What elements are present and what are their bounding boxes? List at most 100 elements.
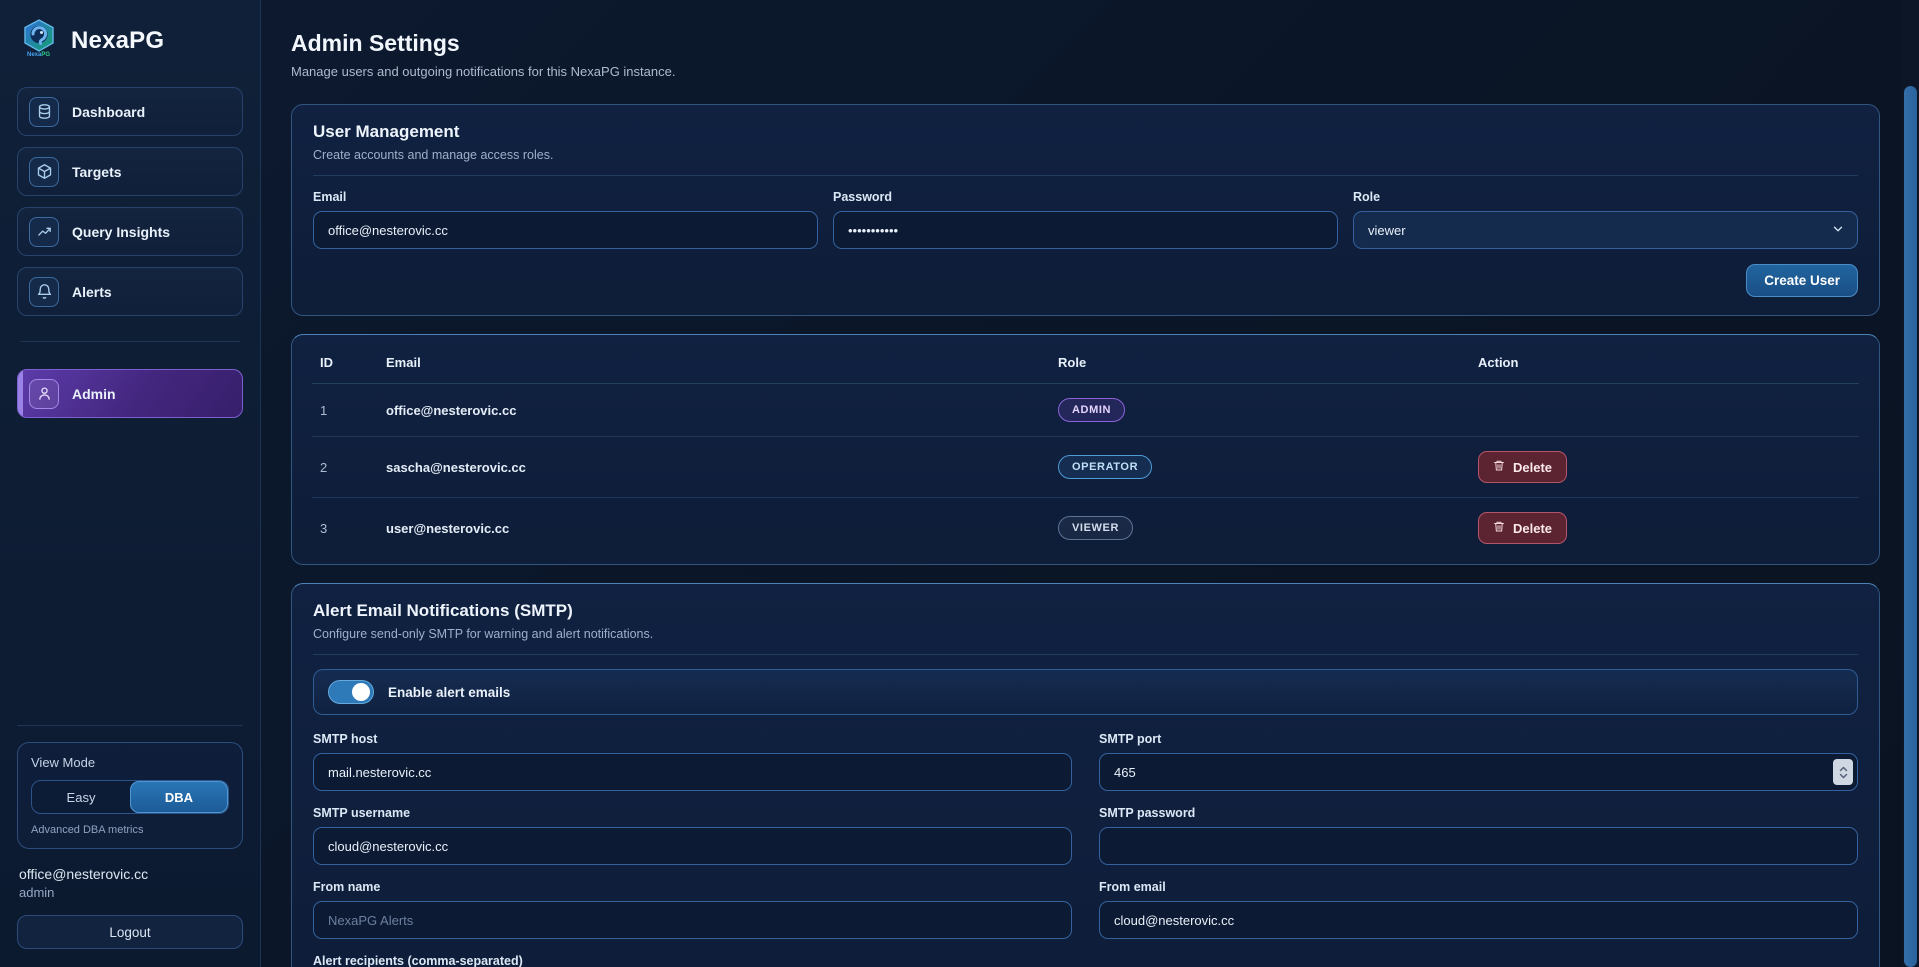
sidebar-item-label: Alerts	[72, 284, 112, 300]
column-header-id: ID	[312, 339, 378, 384]
password-label: Password	[833, 190, 1338, 204]
logout-button[interactable]: Logout	[17, 915, 243, 949]
sidebar-divider	[20, 341, 240, 342]
sidebar: NexaPG NexaPG Dashboard Targets	[0, 0, 261, 967]
smtp-subtitle: Configure send-only SMTP for warning and…	[313, 627, 1858, 641]
sidebar-item-query-insights[interactable]: Query Insights	[17, 207, 243, 256]
chevron-down-icon	[1831, 222, 1845, 239]
view-mode-option-dba[interactable]: DBA	[130, 781, 228, 813]
svg-text:NexaPG: NexaPG	[27, 52, 50, 58]
nexapg-logo-icon: NexaPG	[19, 18, 59, 63]
divider	[313, 654, 1858, 655]
sidebar-item-alerts[interactable]: Alerts	[17, 267, 243, 316]
number-spinner[interactable]	[1833, 759, 1853, 785]
email-field-group: Email	[313, 190, 818, 249]
main-content: Admin Settings Manage users and outgoing…	[261, 0, 1919, 967]
sidebar-item-dashboard[interactable]: Dashboard	[17, 87, 243, 136]
email-field[interactable]	[313, 211, 818, 249]
from-email-group: From email	[1099, 880, 1858, 939]
sidebar-item-admin[interactable]: Admin	[17, 369, 243, 418]
smtp-port-wrap	[1099, 753, 1858, 791]
table-row: 3 user@nesterovic.cc VIEWER Delete	[312, 498, 1859, 559]
smtp-password-label: SMTP password	[1099, 806, 1858, 820]
sidebar-item-label: Dashboard	[72, 104, 145, 120]
trash-icon	[1493, 459, 1505, 475]
chart-icon	[29, 217, 59, 247]
from-name-field[interactable]	[313, 901, 1072, 939]
user-management-card: User Management Create accounts and mana…	[291, 104, 1880, 316]
action-cell	[1470, 384, 1859, 437]
sidebar-item-label: Targets	[72, 164, 122, 180]
from-name-label: From name	[313, 880, 1072, 894]
user-icon	[29, 379, 59, 409]
smtp-port-label: SMTP port	[1099, 732, 1858, 746]
trash-icon	[1493, 520, 1505, 536]
role-badge-viewer: VIEWER	[1058, 516, 1133, 540]
database-icon	[29, 97, 59, 127]
column-header-email: Email	[378, 339, 1050, 384]
user-management-title: User Management	[313, 122, 1858, 142]
sidebar-item-targets[interactable]: Targets	[17, 147, 243, 196]
enable-alert-emails-label: Enable alert emails	[388, 685, 510, 700]
sidebar-footer: View Mode Easy DBA Advanced DBA metrics …	[17, 725, 243, 949]
create-user-button[interactable]: Create User	[1746, 264, 1858, 297]
smtp-form-grid: SMTP host SMTP port SMTP username SMTP	[313, 732, 1858, 967]
user-id: 2	[312, 437, 378, 498]
enable-alert-emails-toggle[interactable]	[328, 680, 374, 704]
app-title: NexaPG	[71, 27, 164, 55]
delete-user-button[interactable]: Delete	[1478, 512, 1567, 544]
smtp-host-field[interactable]	[313, 753, 1072, 791]
users-table: ID Email Role Action 1 office@nesterovic…	[312, 339, 1859, 558]
create-user-button-row: Create User	[313, 264, 1858, 297]
from-email-label: From email	[1099, 880, 1858, 894]
view-mode-box: View Mode Easy DBA Advanced DBA metrics	[17, 742, 243, 849]
current-user-email: office@nesterovic.cc	[19, 866, 241, 882]
smtp-username-field[interactable]	[313, 827, 1072, 865]
from-name-group: From name	[313, 880, 1072, 939]
smtp-card: Alert Email Notifications (SMTP) Configu…	[291, 583, 1880, 967]
email-label: Email	[313, 190, 818, 204]
scrollbar-track[interactable]	[1902, 0, 1919, 967]
enable-alert-emails-row: Enable alert emails	[313, 669, 1858, 715]
delete-button-label: Delete	[1513, 460, 1552, 475]
user-id: 3	[312, 498, 378, 559]
starttls-group: Use STARTTLS	[1099, 954, 1858, 967]
password-field-group: Password	[833, 190, 1338, 249]
smtp-host-group: SMTP host	[313, 732, 1072, 791]
sidebar-item-label: Query Insights	[72, 224, 170, 240]
user-email: office@nesterovic.cc	[378, 384, 1050, 437]
table-header-row: ID Email Role Action	[312, 339, 1859, 384]
view-mode-label: View Mode	[31, 755, 229, 770]
sidebar-item-label: Admin	[72, 386, 116, 402]
view-mode-option-easy[interactable]: Easy	[32, 781, 130, 813]
page-title: Admin Settings	[291, 30, 1880, 57]
smtp-password-field[interactable]	[1099, 827, 1858, 865]
page-header: Admin Settings Manage users and outgoing…	[291, 30, 1880, 79]
cube-icon	[29, 157, 59, 187]
smtp-port-group: SMTP port	[1099, 732, 1858, 791]
smtp-port-field[interactable]	[1099, 753, 1858, 791]
recipients-group: Alert recipients (comma-separated)	[313, 954, 1072, 967]
delete-user-button[interactable]: Delete	[1478, 451, 1567, 483]
role-label: Role	[1353, 190, 1858, 204]
user-email: sascha@nesterovic.cc	[378, 437, 1050, 498]
table-row: 1 office@nesterovic.cc ADMIN	[312, 384, 1859, 437]
role-select-value: viewer	[1368, 223, 1406, 238]
current-user-role: admin	[19, 885, 241, 900]
brand: NexaPG NexaPG	[19, 18, 241, 63]
recipients-label: Alert recipients (comma-separated)	[313, 954, 1072, 967]
smtp-username-group: SMTP username	[313, 806, 1072, 865]
column-header-action: Action	[1470, 339, 1859, 384]
user-management-subtitle: Create accounts and manage access roles.	[313, 148, 1858, 162]
smtp-password-group: SMTP password	[1099, 806, 1858, 865]
delete-button-label: Delete	[1513, 521, 1552, 536]
role-badge-operator: OPERATOR	[1058, 455, 1152, 479]
role-select[interactable]: viewer	[1353, 211, 1858, 249]
password-field[interactable]	[833, 211, 1338, 249]
divider	[313, 175, 1858, 176]
create-user-form: Email Password Role viewer	[313, 190, 1858, 249]
from-email-field[interactable]	[1099, 901, 1858, 939]
scrollbar-thumb[interactable]	[1904, 86, 1917, 967]
bell-icon	[29, 277, 59, 307]
smtp-host-label: SMTP host	[313, 732, 1072, 746]
